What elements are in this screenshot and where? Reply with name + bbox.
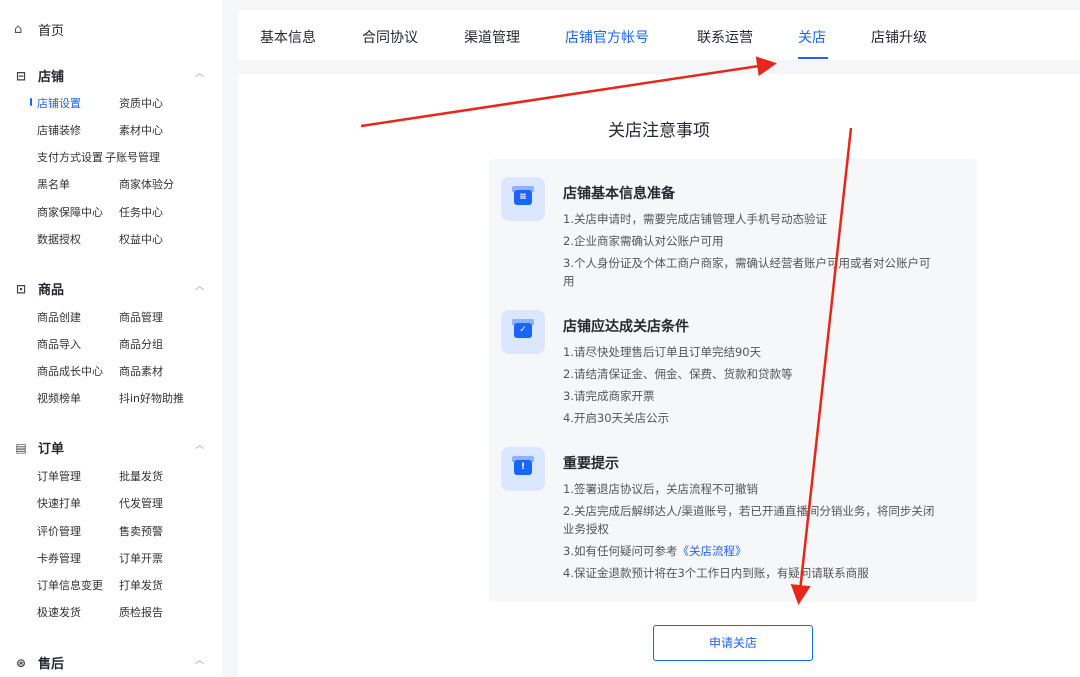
sidebar-item-store-settings[interactable]: 店铺设置	[37, 95, 81, 111]
tab-bar: 基本信息 合同协议 渠道管理 店铺官方帐号 联系运营 关店 店铺升级	[238, 10, 1080, 60]
sidebar-item[interactable]: 素材中心	[119, 122, 163, 138]
group-title: 店铺应达成关店条件	[563, 319, 689, 335]
sidebar-item[interactable]: 商家体验分	[119, 176, 174, 192]
sidebar-section-goods[interactable]: ⊡ 商品 ︿	[14, 279, 204, 299]
group-title: 重要提示	[563, 456, 619, 472]
sidebar-item[interactable]: 商品素材	[119, 363, 163, 379]
sidebar-item[interactable]: 卡券管理	[37, 550, 81, 566]
apply-close-store-button[interactable]: 申请关店	[653, 625, 813, 661]
tab-official-account[interactable]: 店铺官方帐号	[565, 27, 649, 47]
sidebar-section-aftersale[interactable]: ⊛ 售后 ︿	[14, 653, 204, 673]
notice-card: ≡ 店铺基本信息准备 1.关店申请时，需要完成店铺管理人手机号动态验证 2.企业…	[489, 159, 977, 602]
group-line-text: 3.如有任何疑问可参考	[563, 544, 678, 558]
sidebar: ⌂ 首页 ⊟ 店铺 ︿ 店铺设置 资质中心 店铺装修 素材中心 支付方式设置 子…	[0, 0, 222, 677]
sidebar-item[interactable]: 支付方式设置	[37, 149, 103, 165]
sidebar-item[interactable]: 任务中心	[119, 204, 163, 220]
sidebar-item[interactable]: 子账号管理	[105, 149, 160, 165]
sidebar-item[interactable]: 打单发货	[119, 577, 163, 593]
sidebar-item[interactable]: 资质中心	[119, 95, 163, 111]
tab-contact-ops[interactable]: 联系运营	[697, 27, 753, 47]
sidebar-item[interactable]: 商品导入	[37, 336, 81, 352]
sidebar-item[interactable]: 质检报告	[119, 604, 163, 620]
sidebar-item[interactable]: 黑名单	[37, 176, 70, 192]
sidebar-item[interactable]: 商品分组	[119, 336, 163, 352]
sidebar-item[interactable]: 权益中心	[119, 231, 163, 247]
sidebar-item[interactable]: 抖in好物助推	[119, 390, 184, 406]
group-line: 1.关店申请时，需要完成店铺管理人手机号动态验证	[563, 212, 827, 226]
aftersale-icon: ⊛	[15, 655, 27, 670]
sidebar-section-orders[interactable]: ▤ 订单 ︿	[14, 438, 204, 458]
sidebar-item[interactable]: 商品成长中心	[37, 363, 103, 379]
sidebar-item[interactable]: 批量发货	[119, 468, 163, 484]
group-line: 3.个人身份证及个体工商户商家，需确认经营者账户可用或者对公账户可用	[563, 256, 931, 288]
sidebar-section-store[interactable]: ⊟ 店铺 ︿	[14, 66, 204, 86]
bag-icon: ⊡	[15, 281, 27, 296]
tab-contract[interactable]: 合同协议	[362, 27, 418, 47]
chevron-up-icon[interactable]: ︿	[195, 653, 204, 666]
store-list-icon: ≡	[501, 177, 545, 221]
group-title: 店铺基本信息准备	[563, 186, 675, 202]
home-icon: ⌂	[14, 21, 23, 37]
chevron-up-icon[interactable]: ︿	[195, 279, 204, 292]
group-line: 2.关店完成后解绑达人/渠道账号，若已开通直播间分销业务，将同步关闭业务授权	[563, 504, 935, 536]
tab-basic-info[interactable]: 基本信息	[260, 27, 316, 47]
sidebar-home-label: 首页	[38, 24, 65, 39]
sidebar-item[interactable]: 评价管理	[37, 523, 81, 539]
page-title: 关店注意事项	[608, 121, 710, 141]
close-process-link[interactable]: 《关店流程》	[677, 544, 746, 558]
group-line: 1.签署退店协议后，关店流程不可撤销	[563, 482, 758, 496]
sidebar-section-label: 商品	[38, 283, 65, 298]
group-line: 3.请完成商家开票	[563, 389, 655, 403]
sidebar-item[interactable]: 商家保障中心	[37, 204, 103, 220]
group-line: 2.企业商家需确认对公账户可用	[563, 234, 724, 248]
sidebar-section-label: 订单	[38, 442, 65, 457]
active-tab-underline	[798, 57, 828, 59]
sidebar-item[interactable]: 视频榜单	[37, 390, 81, 406]
chevron-up-icon[interactable]: ︿	[195, 438, 204, 451]
clipboard-icon: ▤	[15, 440, 27, 455]
chevron-up-icon[interactable]: ︿	[195, 66, 204, 79]
sidebar-item[interactable]: 商品管理	[119, 309, 163, 325]
group-line: 2.请结清保证金、佣金、保费、货款和贷款等	[563, 367, 793, 381]
sidebar-item[interactable]: 快速打单	[37, 495, 81, 511]
group-line: 4.开启30天关店公示	[563, 411, 670, 425]
group-line: 1.请尽快处理售后订单且订单完结90天	[563, 345, 762, 359]
sidebar-home[interactable]: ⌂ 首页	[14, 20, 64, 39]
sidebar-section-label: 售后	[38, 657, 65, 672]
sidebar-item[interactable]: 店铺装修	[37, 122, 81, 138]
sidebar-item[interactable]: 订单开票	[119, 550, 163, 566]
active-indicator	[30, 98, 32, 106]
store-alert-icon: !	[501, 447, 545, 491]
sidebar-item[interactable]: 订单信息变更	[37, 577, 103, 593]
sidebar-item[interactable]: 数据授权	[37, 231, 81, 247]
store-check-icon: ✓	[501, 310, 545, 354]
store-icon: ⊟	[15, 68, 27, 83]
sidebar-item[interactable]: 售卖预警	[119, 523, 163, 539]
group-line-with-link: 3.如有任何疑问可参考《关店流程》	[563, 542, 943, 560]
sidebar-item[interactable]: 订单管理	[37, 468, 81, 484]
sidebar-item[interactable]: 极速发货	[37, 604, 81, 620]
close-store-panel: 关店注意事项 ≡ 店铺基本信息准备 1.关店申请时，需要完成店铺管理人手机号动态…	[238, 74, 1080, 677]
sidebar-item[interactable]: 代发管理	[119, 495, 163, 511]
tab-store-upgrade[interactable]: 店铺升级	[871, 27, 927, 47]
sidebar-item[interactable]: 商品创建	[37, 309, 81, 325]
sidebar-section-label: 店铺	[38, 70, 65, 85]
tab-channel[interactable]: 渠道管理	[464, 27, 520, 47]
tab-close-store[interactable]: 关店	[798, 27, 826, 47]
group-line: 4.保证金退款预计将在3个工作日内到账，有疑问请联系商服	[563, 566, 869, 580]
